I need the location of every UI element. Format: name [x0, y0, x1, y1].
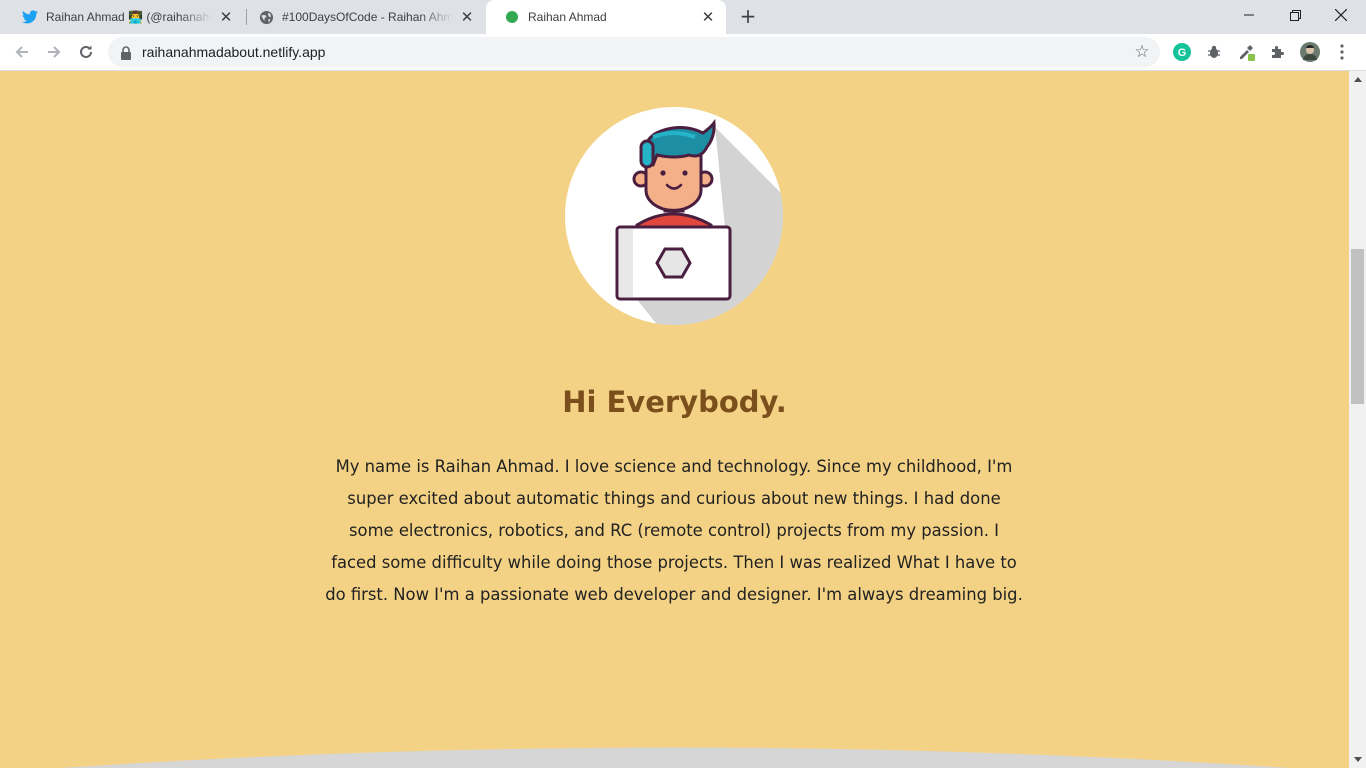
back-icon[interactable] [8, 38, 36, 66]
twitter-icon [22, 9, 38, 25]
bookmark-star-icon[interactable]: ☆ [1132, 42, 1152, 62]
intro-paragraph: My name is Raihan Ahmad. I love science … [325, 457, 1023, 604]
scroll-up-arrow-icon[interactable] [1349, 71, 1366, 88]
bug-extension-icon[interactable] [1204, 42, 1224, 62]
eyedropper-extension-icon[interactable] [1236, 42, 1256, 62]
green-dot-icon [504, 9, 520, 25]
tab-title: #100DaysOfCode - Raihan Ahmad [282, 10, 453, 24]
address-bar[interactable]: raihanahmadabout.netlify.app ☆ [108, 37, 1160, 67]
profile-avatar-icon[interactable] [1300, 42, 1320, 62]
tab-title: Raihan Ahmad 👨‍💻 (@raihanahmad [46, 10, 212, 24]
grammarly-icon[interactable]: G [1172, 42, 1192, 62]
forward-icon[interactable] [40, 38, 68, 66]
developer-avatar-illustration [565, 107, 783, 325]
minimize-icon[interactable] [1226, 0, 1272, 30]
close-icon[interactable]: ✕ [459, 8, 475, 26]
browser-toolbar: raihanahmadabout.netlify.app ☆ G [0, 34, 1366, 71]
new-tab-icon[interactable]: + [737, 4, 759, 28]
tab-twitter[interactable]: Raihan Ahmad 👨‍💻 (@raihanahmad ✕ [4, 0, 244, 34]
extensions-puzzle-icon[interactable] [1268, 42, 1288, 62]
close-icon[interactable]: ✕ [700, 8, 716, 26]
globe-icon [258, 9, 274, 25]
page-scrollbar[interactable] [1349, 71, 1366, 768]
lock-icon[interactable] [120, 45, 132, 60]
svg-text:G: G [1178, 47, 1187, 59]
tab-title: Raihan Ahmad [528, 10, 607, 24]
url-text: raihanahmadabout.netlify.app [142, 44, 326, 60]
page-content: Hi Everybody. My name is Raihan Ahmad. I… [0, 71, 1349, 768]
close-icon[interactable]: ✕ [218, 8, 234, 26]
section-divider-wave [0, 747, 1349, 768]
reload-icon[interactable] [72, 38, 100, 66]
page-title: Hi Everybody. [562, 385, 787, 419]
restore-icon[interactable] [1272, 0, 1318, 30]
scrollbar-thumb[interactable] [1351, 249, 1364, 404]
chrome-menu-icon[interactable] [1332, 42, 1352, 62]
scroll-down-arrow-icon[interactable] [1349, 751, 1366, 768]
close-window-icon[interactable] [1318, 0, 1364, 30]
tab-raihan-ahmad[interactable]: Raihan Ahmad ✕ [486, 0, 726, 34]
tab-100daysofcode[interactable]: #100DaysOfCode - Raihan Ahmad ✕ [240, 0, 485, 34]
tab-strip: Raihan Ahmad 👨‍💻 (@raihanahmad ✕ #100Day… [0, 0, 1366, 34]
